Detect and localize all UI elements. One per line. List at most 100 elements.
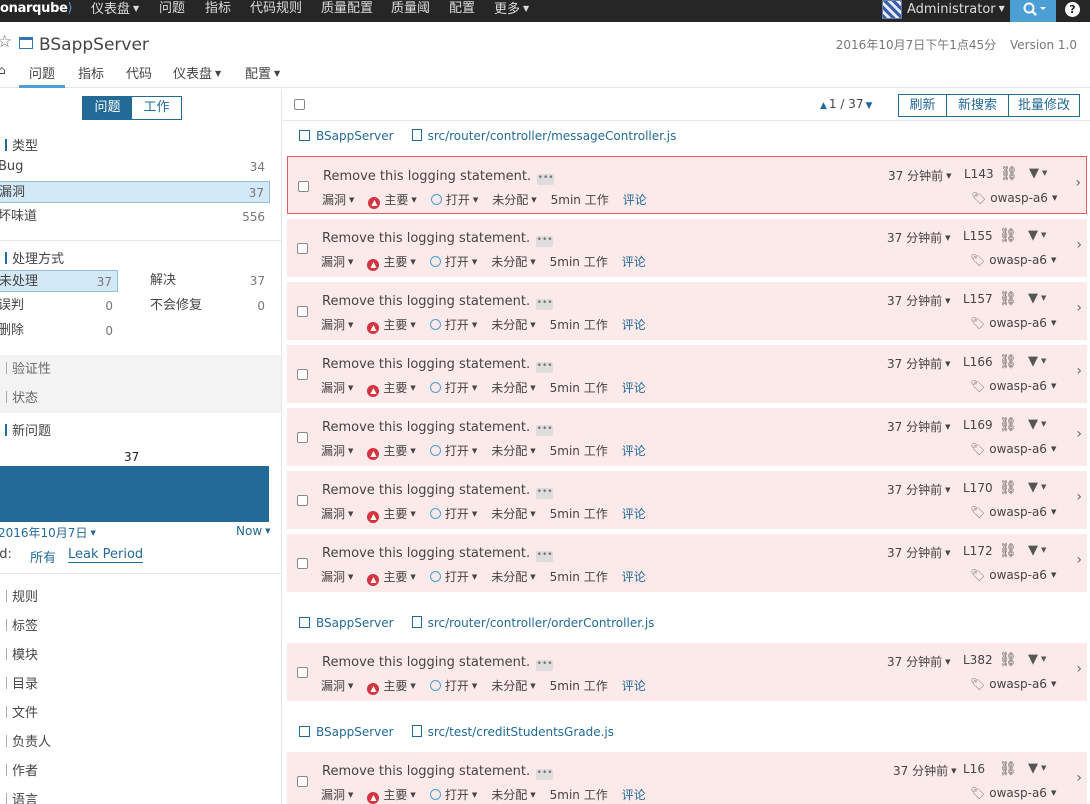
issue-message[interactable]: Remove this logging statement. ••• (322, 231, 554, 247)
nav-quality-gates[interactable]: 质量阈 (391, 0, 430, 22)
issue-age[interactable]: 37 分钟前 ▼ (893, 762, 956, 779)
more-icon[interactable]: ••• (536, 362, 554, 373)
issue-message[interactable]: Remove this logging statement. ••• (322, 294, 554, 310)
issue-item[interactable]: Remove this logging statement. ••• 漏洞 ▼ ▲ 主要 ▼… (287, 219, 1087, 277)
more-icon[interactable]: ••• (537, 174, 555, 185)
facet-type-header[interactable]: 类型 (0, 135, 38, 154)
issue-comment-link[interactable]: 评论 (622, 381, 646, 395)
select-all-checkbox[interactable] (294, 99, 305, 110)
issue-line[interactable]: L157 (963, 292, 993, 306)
issue-age[interactable]: 37 分钟前 ▼ (887, 653, 950, 670)
avatar[interactable] (882, 0, 902, 19)
nav-rules[interactable]: 代码规则 (250, 0, 302, 22)
chevron-right-icon[interactable]: › (1076, 661, 1082, 677)
issue-tags[interactable]: 🏷 owasp-a6 ▼ (970, 253, 1056, 267)
issue-message[interactable]: Remove this logging statement. ••• (322, 764, 554, 780)
pager[interactable]: ▲ 1 / 37 ▼ (820, 97, 872, 111)
issue-age[interactable]: 37 分钟前 ▼ (888, 167, 951, 184)
link-icon[interactable]: ⛓ (999, 761, 1017, 777)
tab-dashboards[interactable]: 仪表盘 ▼ (173, 63, 221, 88)
nav-dashboards[interactable]: 仪表盘 ▼ (91, 0, 139, 22)
issue-status[interactable]: 打开 ▼ (429, 381, 477, 395)
chevron-right-icon[interactable]: › (1076, 363, 1082, 379)
link-icon[interactable]: ⛓ (999, 480, 1017, 496)
facet-type-bug[interactable]: Bug 34 (0, 156, 270, 178)
filter-icon[interactable]: ▼ ▼ (1028, 480, 1046, 495)
facet-directories-header[interactable]: 目录 (0, 673, 38, 692)
issue-comment-link[interactable]: 评论 (622, 507, 646, 521)
issue-severity[interactable]: ▲ 主要 ▼ (367, 444, 416, 460)
issue-type[interactable]: 漏洞 ▼ (321, 255, 353, 269)
chevron-right-icon[interactable]: › (1076, 489, 1082, 505)
issue-line[interactable]: L155 (963, 229, 993, 243)
issue-comment-link[interactable]: 评论 (623, 193, 647, 207)
facet-resolution-wont-fix[interactable]: 不会修复 0 (150, 295, 270, 317)
filter-icon[interactable]: ▼ ▼ (1028, 543, 1046, 558)
issue-message[interactable]: Remove this logging statement. ••• (323, 169, 555, 185)
tab-issues[interactable]: 问题 (19, 63, 65, 88)
chevron-right-icon[interactable]: › (1076, 552, 1082, 568)
issue-item[interactable]: Remove this logging statement. ••• 漏洞 ▼ ▲ 主要 ▼… (287, 282, 1087, 340)
nav-more[interactable]: 更多 ▼ (494, 0, 529, 22)
issue-status[interactable]: 打开 ▼ (429, 318, 477, 332)
issue-assignee[interactable]: 未分配 ▼ (491, 570, 535, 584)
facet-languages-header[interactable]: 语言 (0, 789, 38, 804)
facet-files-header[interactable]: 文件 (0, 702, 38, 721)
issue-assignee[interactable]: 未分配 ▼ (491, 318, 535, 332)
issue-line[interactable]: L143 (964, 167, 994, 181)
issue-severity[interactable]: ▲ 主要 ▼ (368, 193, 417, 209)
issue-assignee[interactable]: 未分配 ▼ (492, 193, 536, 207)
period-leak-link[interactable]: Leak Period (68, 547, 144, 563)
chevron-right-icon[interactable]: › (1076, 426, 1082, 442)
filter-icon[interactable]: ▼ ▼ (1029, 166, 1047, 181)
issue-line[interactable]: L172 (963, 544, 993, 558)
facet-authors-header[interactable]: 作者 (0, 760, 38, 779)
issue-tags[interactable]: 🏷 owasp-a6 ▼ (970, 316, 1056, 330)
component-project-link[interactable]: BSappServer (316, 616, 394, 630)
filter-icon[interactable]: ▼ ▼ (1028, 228, 1046, 243)
issue-checkbox[interactable] (297, 306, 308, 317)
issue-severity[interactable]: ▲ 主要 ▼ (367, 381, 416, 397)
issue-comment-link[interactable]: 评论 (622, 788, 646, 802)
issue-checkbox[interactable] (297, 369, 308, 380)
issue-item[interactable]: Remove this logging statement. ••• 漏洞 ▼ ▲ 主要 ▼… (287, 752, 1087, 804)
filter-icon[interactable]: ▼ ▼ (1028, 291, 1046, 306)
issue-age[interactable]: 37 分钟前 ▼ (887, 544, 950, 561)
issue-age[interactable]: 37 分钟前 ▼ (887, 229, 950, 246)
issue-severity[interactable]: ▲ 主要 ▼ (367, 679, 416, 695)
component-file-link[interactable]: src/test/creditStudentsGrade.js (428, 725, 614, 739)
issue-status[interactable]: 打开 ▼ (429, 507, 477, 521)
issue-age[interactable]: 37 分钟前 ▼ (887, 481, 950, 498)
facet-modules-header[interactable]: 模块 (0, 644, 38, 663)
issue-assignee[interactable]: 未分配 ▼ (491, 381, 535, 395)
issue-item[interactable]: Remove this logging statement. ••• 漏洞 ▼ ▲ 主要 ▼… (287, 534, 1087, 592)
facet-type-code-smell[interactable]: 坏味道 556 (0, 206, 270, 228)
issue-assignee[interactable]: 未分配 ▼ (491, 255, 535, 269)
favorite-star-icon[interactable]: ☆ (0, 32, 12, 52)
user-menu[interactable]: Administrator ▼ (907, 0, 1005, 22)
issue-assignee[interactable]: 未分配 ▼ (491, 444, 535, 458)
nav-issues[interactable]: 问题 (159, 0, 185, 22)
facet-type-vulnerability[interactable]: 漏洞 37 (0, 181, 270, 203)
issue-severity[interactable]: ▲ 主要 ▼ (367, 255, 416, 271)
more-icon[interactable]: ••• (536, 769, 554, 780)
filter-icon[interactable]: ▼ ▼ (1028, 761, 1046, 776)
facet-rules-header[interactable]: 规则 (0, 586, 38, 605)
facet-resolution-false-positive[interactable]: 误判 0 (0, 295, 118, 317)
nav-quality-profiles[interactable]: 质量配置 (321, 0, 373, 22)
issue-checkbox[interactable] (297, 495, 308, 506)
link-icon[interactable]: ⛓ (999, 543, 1017, 559)
tab-measures[interactable]: 指标 (78, 63, 104, 88)
nav-settings[interactable]: 配置 (449, 0, 475, 22)
issue-tags[interactable]: 🏷 owasp-a6 ▼ (970, 786, 1056, 800)
tab-administration[interactable]: 配置 ▼ (245, 63, 280, 88)
facet-severity-header[interactable]: 验证性 (0, 355, 281, 384)
issue-severity[interactable]: ▲ 主要 ▼ (367, 788, 416, 804)
issue-tags[interactable]: 🏷 owasp-a6 ▼ (970, 568, 1056, 582)
issue-comment-link[interactable]: 评论 (622, 444, 646, 458)
new-issues-histogram-bar[interactable] (0, 466, 269, 522)
period-all-link[interactable]: 所有 (30, 547, 56, 566)
issue-item[interactable]: Remove this logging statement. ••• 漏洞 ▼ ▲ 主要 ▼… (287, 471, 1087, 529)
facet-tags-header[interactable]: 标签 (0, 615, 38, 634)
issue-severity[interactable]: ▲ 主要 ▼ (367, 507, 416, 523)
